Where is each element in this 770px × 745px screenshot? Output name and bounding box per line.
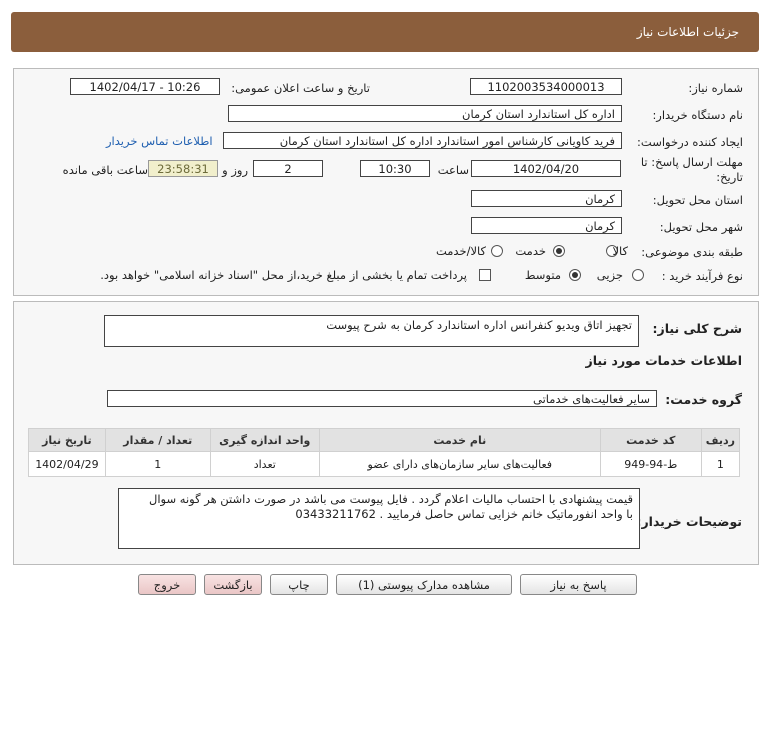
days-remaining-field: 2 <box>253 160 323 177</box>
remaining-label: ساعت باقی مانده <box>62 163 148 177</box>
province-field: کرمان <box>471 190 622 207</box>
category-option-service: خدمت <box>515 244 546 258</box>
treasury-payment-note: پرداخت تمام یا بخشی از مبلغ خرید،از محل … <box>100 268 467 282</box>
deadline-time-field: 10:30 <box>360 160 430 177</box>
deadline-date-label: تاریخ: <box>716 170 743 184</box>
service-group-field: سایر فعالیت‌های خدماتی <box>107 390 657 407</box>
col-quantity: تعداد / مقدار <box>104 428 211 452</box>
buyer-org-field: اداره کل استاندارد استان کرمان <box>228 105 622 122</box>
buyer-notes-line-1: قیمت پیشنهادی با احتساب مالیات اعلام گرد… <box>149 492 633 506</box>
announce-datetime-field: 1402/04/17 - 10:26 <box>70 78 220 95</box>
col-service-code: کد خدمت <box>599 428 702 452</box>
col-unit: واحد اندازه گیری <box>209 428 320 452</box>
need-number-label: شماره نیاز: <box>688 81 743 95</box>
buyer-notes-line-2: با واحد انفورماتیک خانم خزایی تماس حاصل … <box>295 507 633 521</box>
col-need-date: تاریخ نیاز <box>28 428 106 452</box>
cell-unit: تعداد <box>209 451 320 477</box>
deadline-label: مهلت ارسال پاسخ: تا <box>640 155 743 169</box>
table-row: 1 ط-94-949 فعالیت‌های سایر سازمان‌های دا… <box>28 451 741 477</box>
col-row-number: ردیف <box>700 428 741 452</box>
col-service-name: نام خدمت <box>318 428 601 452</box>
buyer-org-label: نام دستگاه خریدار: <box>652 108 743 122</box>
creator-label: ایجاد کننده درخواست: <box>637 135 743 149</box>
services-section-title: اطلاعات خدمات مورد نیاز <box>585 353 743 368</box>
reply-button[interactable]: پاسخ به نیاز <box>520 574 637 595</box>
cell-service-name: فعالیت‌های سایر سازمان‌های دارای عضو <box>318 451 601 477</box>
buyer-notes-label: توضیحات خریدار: <box>636 514 742 529</box>
service-group-label: گروه خدمت: <box>665 392 742 407</box>
back-button[interactable]: بازگشت <box>204 574 262 595</box>
announce-datetime-label: تاریخ و ساعت اعلان عمومی: <box>231 81 370 95</box>
cell-row-number: 1 <box>700 451 741 477</box>
city-field: کرمان <box>471 217 622 234</box>
category-label: طبقه بندی موضوعی: <box>641 245 743 259</box>
process-option-medium: متوسط <box>524 268 561 282</box>
category-radio-service[interactable] <box>553 245 565 257</box>
deadline-time-label: ساعت <box>437 163 469 177</box>
province-label: استان محل تحویل: <box>652 193 743 207</box>
need-number-field: 1102003534000013 <box>470 78 622 95</box>
exit-button[interactable]: خروج <box>138 574 196 595</box>
page-header: جزئیات اطلاعات نیاز <box>11 12 759 52</box>
page-title: جزئیات اطلاعات نیاز <box>636 25 739 39</box>
days-label: روز و <box>222 163 248 177</box>
countdown-timer: 23:58:31 <box>148 160 218 177</box>
category-radio-goods-service[interactable] <box>491 245 503 257</box>
process-option-minor: جزیی <box>596 268 623 282</box>
cell-need-date: 1402/04/29 <box>28 451 106 477</box>
buyer-notes-field: قیمت پیشنهادی با احتساب مالیات اعلام گرد… <box>118 488 640 549</box>
creator-field: فرید کاویانی کارشناس امور استاندارد ادار… <box>223 132 622 149</box>
cell-quantity: 1 <box>104 451 211 477</box>
city-label: شهر محل تحویل: <box>659 220 743 234</box>
table-header-row: ردیف کد خدمت نام خدمت واحد اندازه گیری ت… <box>28 428 741 452</box>
category-option-goods: کالا <box>612 244 628 258</box>
category-option-goods-service: کالا/خدمت <box>435 244 486 258</box>
cell-service-code: ط-94-949 <box>599 451 702 477</box>
process-radio-minor[interactable] <box>632 269 644 281</box>
buyer-contact-link[interactable]: اطلاعات تماس خریدار <box>106 134 213 148</box>
view-attachments-button[interactable]: مشاهده مدارک پیوستی (1) <box>336 574 512 595</box>
print-button[interactable]: چاپ <box>270 574 328 595</box>
process-type-label: نوع فرآیند خرید : <box>661 269 743 283</box>
need-info-panel <box>13 68 759 296</box>
description-field: تجهیز اتاق ویدیو کنفرانس اداره استاندارد… <box>104 315 639 347</box>
services-table: ردیف کد خدمت نام خدمت واحد اندازه گیری ت… <box>28 428 741 477</box>
description-label: شرح کلی نیاز: <box>652 321 742 336</box>
process-radio-medium[interactable] <box>569 269 581 281</box>
treasury-payment-checkbox[interactable] <box>479 269 491 281</box>
deadline-date-field: 1402/04/20 <box>471 160 621 177</box>
